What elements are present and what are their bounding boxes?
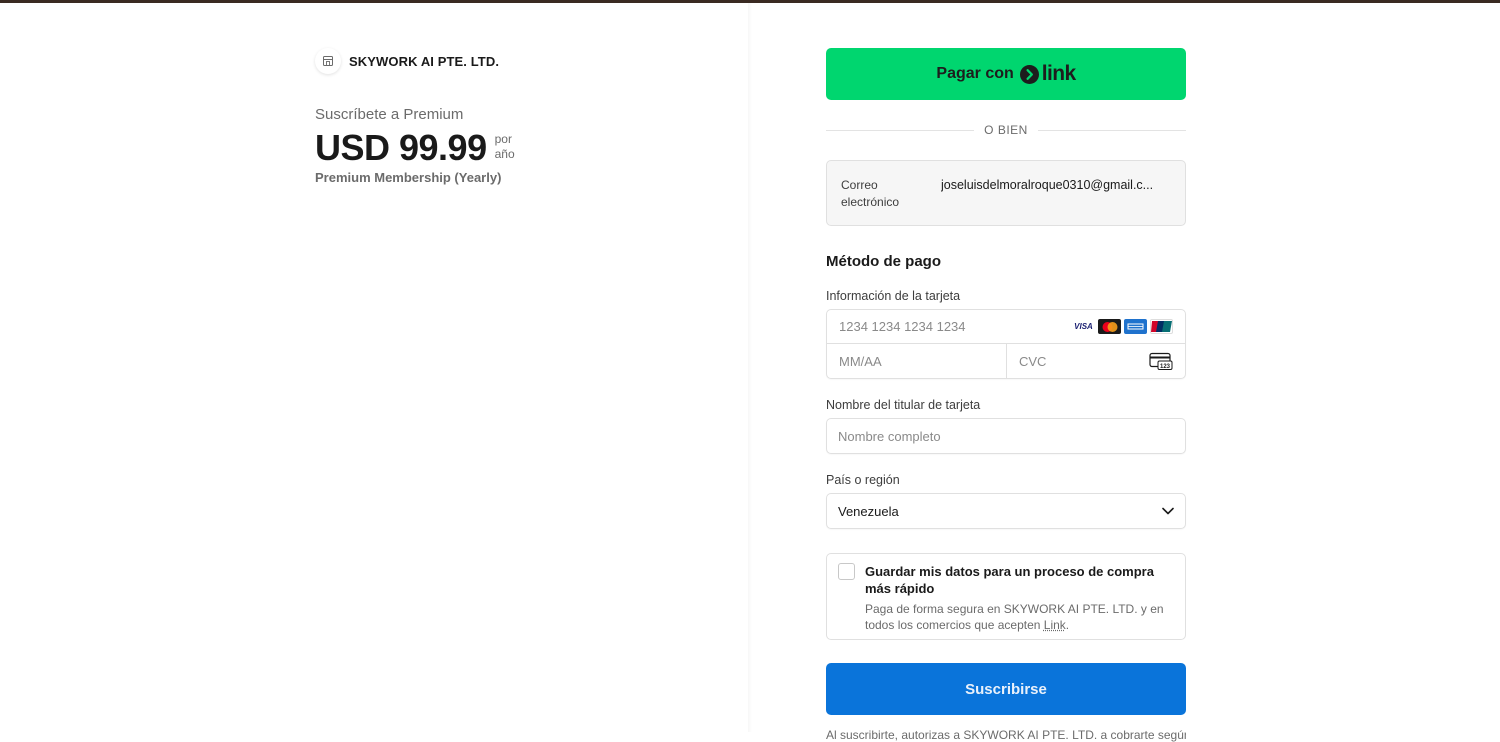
subscribe-button[interactable]: Suscribirse: [826, 663, 1186, 715]
cvc-input[interactable]: [1019, 354, 1139, 369]
price-row: USD 99.99 por año: [315, 126, 515, 170]
or-divider: O BIEN: [826, 122, 1186, 138]
link-logo-text: link: [1042, 62, 1076, 86]
pay-with-link-button[interactable]: Pagar con link: [826, 48, 1186, 100]
or-line-right: [1038, 130, 1186, 131]
save-info-checkbox[interactable]: [838, 563, 855, 580]
expiry-input[interactable]: [839, 354, 994, 369]
country-select[interactable]: Venezuela: [826, 493, 1186, 529]
save-info-desc-suffix: .: [1066, 618, 1069, 632]
visa-text: VISA: [1074, 322, 1093, 331]
or-text: O BIEN: [974, 123, 1038, 137]
price-amount: USD 99.99: [315, 126, 487, 170]
product-name: Premium Membership (Yearly): [315, 170, 501, 185]
subscription-title: Suscríbete a Premium: [315, 106, 463, 123]
card-number-input[interactable]: [839, 319, 1059, 334]
card-info-group: VISA: [826, 309, 1186, 379]
email-label: Correo electrónico: [841, 177, 941, 209]
link-arrow-icon: [1020, 65, 1039, 84]
email-label-line2: electrónico: [841, 195, 899, 209]
save-info-title: Guardar mis datos para un proceso de com…: [865, 563, 1174, 597]
country-label: País o región: [826, 473, 1186, 487]
amex-icon: [1124, 319, 1147, 334]
cvc-cell: 123: [1006, 344, 1185, 378]
pay-with-link-label: Pagar con: [936, 65, 1013, 83]
cardholder-input[interactable]: [838, 429, 1174, 444]
save-info-desc-prefix: Paga de forma segura en SKYWORK AI PTE. …: [865, 602, 1164, 632]
terms-text: Al suscribirte, autorizas a SKYWORK AI P…: [826, 728, 1186, 742]
card-number-row: VISA: [827, 310, 1185, 344]
cardholder-label: Nombre del titular de tarjeta: [826, 398, 1186, 412]
expiry-cell: [827, 344, 1006, 378]
cvc-card-icon: 123: [1149, 352, 1173, 370]
save-info-description: Paga de forma segura en SKYWORK AI PTE. …: [865, 601, 1174, 633]
link-logo: link: [1020, 62, 1076, 86]
billing-period-line1: por: [495, 132, 512, 146]
billing-period-line2: año: [495, 147, 515, 161]
mastercard-icon: [1098, 319, 1121, 334]
email-label-line1: Correo: [841, 178, 878, 192]
unionpay-icon: [1150, 319, 1173, 334]
merchant-header[interactable]: SKYWORK AI PTE. LTD.: [315, 48, 499, 74]
chevron-down-icon: [1162, 507, 1174, 515]
cardholder-field: [826, 418, 1186, 454]
checkout-form: Pagar con link O BIEN Correo electrónico…: [826, 48, 1186, 742]
cvc-icon-text: 123: [1160, 364, 1171, 370]
email-field[interactable]: Correo electrónico joseluisdelmoralroque…: [826, 160, 1186, 226]
country-value: Venezuela: [838, 504, 899, 519]
save-info-text: Guardar mis datos para un proceso de com…: [865, 563, 1174, 630]
billing-period: por año: [495, 132, 515, 162]
merchant-name: SKYWORK AI PTE. LTD.: [349, 54, 499, 69]
card-expiry-cvc-row: 123: [827, 344, 1185, 378]
email-value: joseluisdelmoralroque0310@gmail.c...: [941, 177, 1171, 209]
storefront-icon: [315, 48, 341, 74]
or-line-left: [826, 130, 974, 131]
link-info-link[interactable]: Link: [1044, 618, 1066, 632]
save-info-box: Guardar mis datos para un proceso de com…: [826, 553, 1186, 640]
card-brands: VISA: [1072, 319, 1173, 334]
payment-method-title: Método de pago: [826, 253, 1186, 270]
card-info-label: Información de la tarjeta: [826, 289, 1186, 303]
visa-icon: VISA: [1072, 319, 1095, 334]
